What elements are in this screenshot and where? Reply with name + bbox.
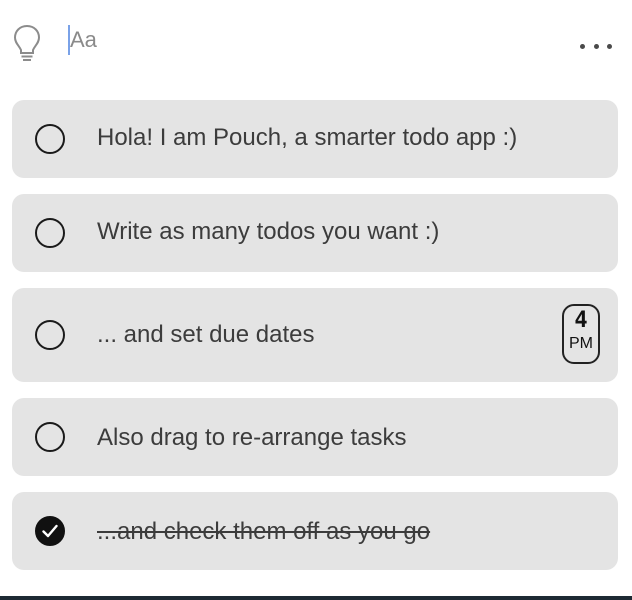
- new-todo-input[interactable]: [70, 24, 450, 56]
- lightbulb-icon[interactable]: [13, 24, 41, 64]
- todo-item[interactable]: Hola! I am Pouch, a smarter todo app :): [12, 100, 618, 178]
- due-time-badge[interactable]: 4 PM: [562, 304, 600, 364]
- due-hour: 4: [574, 308, 588, 333]
- more-dot-icon: [593, 43, 599, 49]
- todo-item[interactable]: Write as many todos you want :): [12, 194, 618, 272]
- checkmark-icon: [42, 524, 58, 538]
- todo-checkbox-checked[interactable]: [35, 516, 65, 546]
- todo-panel: Hola! I am Pouch, a smarter todo app :) …: [0, 0, 632, 596]
- todo-item[interactable]: Also drag to re-arrange tasks: [12, 398, 618, 476]
- due-period: PM: [569, 335, 593, 352]
- more-dot-icon: [607, 43, 612, 49]
- todo-checkbox[interactable]: [35, 320, 65, 350]
- todo-item-completed[interactable]: ...and check them off as you go: [12, 492, 618, 570]
- todo-checkbox[interactable]: [35, 422, 65, 452]
- todo-checkbox[interactable]: [35, 218, 65, 248]
- more-options-button[interactable]: [580, 36, 612, 56]
- more-dot-icon: [580, 43, 585, 49]
- window-bottom-edge: [0, 596, 632, 600]
- todo-text-completed: ...and check them off as you go: [97, 518, 431, 545]
- todo-checkbox[interactable]: [35, 124, 65, 154]
- new-todo-field[interactable]: [68, 24, 468, 56]
- todo-text: ... and set due dates: [97, 321, 315, 348]
- header: [0, 0, 632, 90]
- todo-text: Hola! I am Pouch, a smarter todo app :): [97, 124, 518, 151]
- todo-item[interactable]: ... and set due dates 4 PM: [12, 288, 618, 382]
- todo-text: Also drag to re-arrange tasks: [97, 424, 407, 451]
- todo-text: Write as many todos you want :): [97, 218, 440, 245]
